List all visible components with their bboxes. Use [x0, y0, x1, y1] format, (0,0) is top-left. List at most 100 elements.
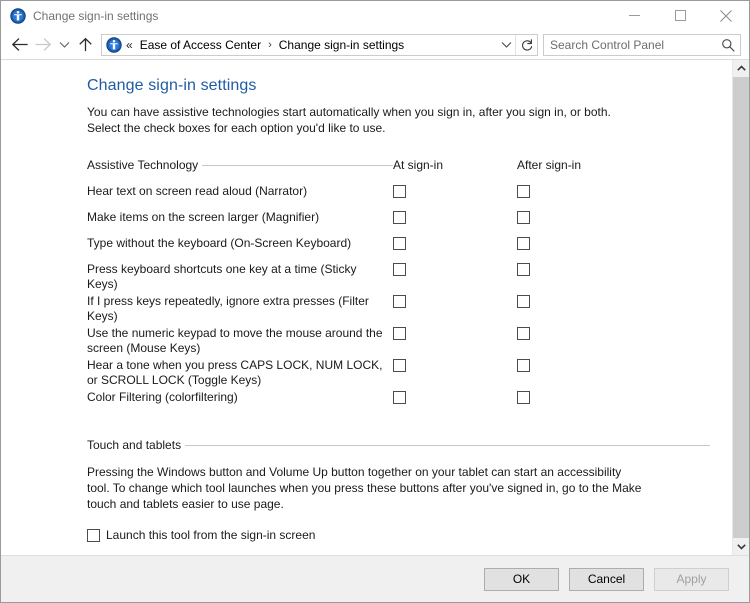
group-divider — [202, 165, 393, 166]
touch-and-tablets-group-header: Touch and tablets — [87, 438, 710, 452]
checkbox-magnifier-after-sign-in[interactable] — [517, 211, 530, 224]
checkbox-sticky-keys-at-sign-in[interactable] — [393, 263, 406, 276]
assistive-technology-table: Hear text on screen read aloud (Narrator… — [87, 184, 710, 414]
breadcrumb-item-change-sign-in-settings[interactable]: Change sign-in settings — [277, 37, 406, 53]
checkbox-toggle-keys-at-sign-in[interactable] — [393, 359, 406, 372]
checkbox-mouse-keys-after-sign-in[interactable] — [517, 327, 530, 340]
ease-of-access-icon — [106, 37, 122, 53]
group-divider — [185, 445, 710, 446]
checkbox-filter-keys-after-sign-in[interactable] — [517, 295, 530, 308]
checkbox-filter-keys-at-sign-in[interactable] — [393, 295, 406, 308]
search-button[interactable] — [716, 38, 740, 52]
checkbox-color-filtering-at-sign-in[interactable] — [393, 391, 406, 404]
forward-button[interactable] — [31, 33, 55, 57]
back-button[interactable] — [7, 33, 31, 57]
ease-of-access-icon — [10, 8, 26, 24]
row-label-on-screen-keyboard: Type without the keyboard (On-Screen Key… — [87, 235, 365, 250]
column-header-after-sign-in-label: After sign-in — [517, 158, 581, 172]
checkbox-mouse-keys-at-sign-in[interactable] — [393, 327, 406, 340]
refresh-icon — [520, 38, 534, 52]
chevron-down-icon — [59, 40, 70, 49]
scroll-down-arrow-icon — [737, 543, 746, 550]
touch-and-tablets-description: Pressing the Windows button and Volume U… — [87, 464, 643, 512]
checkbox-sticky-keys-after-sign-in[interactable] — [517, 263, 530, 276]
table-row: Make items on the screen larger (Magnifi… — [87, 210, 710, 234]
navigation-toolbar: « Ease of Access Center › Change sign-in… — [1, 30, 749, 59]
close-button[interactable] — [703, 1, 749, 30]
breadcrumb-item-ease-of-access-center[interactable]: Ease of Access Center — [138, 37, 263, 53]
table-row: Color Filtering (colorfiltering) — [87, 390, 710, 414]
close-icon — [720, 10, 732, 22]
title-bar: Change sign-in settings — [1, 1, 749, 30]
page-intro-text: You can have assistive technologies star… — [87, 104, 639, 136]
breadcrumb-overflow-button[interactable]: « — [125, 38, 138, 52]
table-row: If I press keys repeatedly, ignore extra… — [87, 294, 710, 324]
back-arrow-icon — [11, 37, 28, 52]
scroll-down-button[interactable] — [733, 538, 749, 555]
up-arrow-icon — [78, 37, 93, 52]
row-label-magnifier: Make items on the screen larger (Magnifi… — [87, 209, 333, 224]
row-label-color-filtering: Color Filtering (colorfiltering) — [87, 389, 252, 404]
address-dropdown-button[interactable] — [497, 35, 515, 55]
up-button[interactable] — [73, 33, 97, 57]
dialog-footer: OK Cancel Apply — [1, 555, 749, 602]
ok-button[interactable]: OK — [484, 568, 559, 591]
checkbox-narrator-after-sign-in[interactable] — [517, 185, 530, 198]
page-title: Change sign-in settings — [87, 77, 710, 95]
checkbox-on-screen-keyboard-after-sign-in[interactable] — [517, 237, 530, 250]
page-content: Change sign-in settings You can have ass… — [1, 60, 732, 555]
group-label-assistive-technology: Assistive Technology — [87, 158, 202, 172]
checkbox-magnifier-at-sign-in[interactable] — [393, 211, 406, 224]
search-box[interactable] — [543, 34, 741, 56]
table-row: Hear text on screen read aloud (Narrator… — [87, 184, 710, 208]
checkbox-launch-tool-from-sign-in-screen[interactable] — [87, 529, 100, 542]
address-bar[interactable]: « Ease of Access Center › Change sign-in… — [101, 34, 538, 56]
row-label-sticky-keys: Press keyboard shortcuts one key at a ti… — [87, 261, 356, 291]
table-row: Press keyboard shortcuts one key at a ti… — [87, 262, 710, 292]
recent-locations-button[interactable] — [55, 33, 73, 57]
maximize-button[interactable] — [657, 1, 703, 30]
checkbox-toggle-keys-after-sign-in[interactable] — [517, 359, 530, 372]
table-row: Type without the keyboard (On-Screen Key… — [87, 236, 710, 260]
column-header-after-sign-in: After sign-in — [517, 158, 641, 172]
spacer — [87, 542, 710, 555]
apply-button[interactable]: Apply — [654, 568, 729, 591]
scrollbar-track[interactable] — [733, 77, 749, 538]
maximize-icon — [675, 10, 686, 21]
launch-tool-checkbox-row[interactable]: Launch this tool from the sign-in screen — [87, 528, 710, 542]
checkbox-color-filtering-after-sign-in[interactable] — [517, 391, 530, 404]
forward-arrow-icon — [35, 37, 52, 52]
checkbox-on-screen-keyboard-at-sign-in[interactable] — [393, 237, 406, 250]
title-bar-left: Change sign-in settings — [1, 8, 158, 24]
row-label-filter-keys: If I press keys repeatedly, ignore extra… — [87, 293, 369, 323]
assistive-technology-header-row: Assistive Technology At sign-in After si… — [87, 158, 710, 184]
row-label-toggle-keys: Hear a tone when you press CAPS LOCK, NU… — [87, 357, 382, 387]
vertical-scrollbar[interactable] — [732, 60, 749, 555]
minimize-button[interactable] — [611, 1, 657, 30]
scrollbar-thumb[interactable] — [733, 77, 749, 538]
column-header-at-sign-in: At sign-in — [393, 158, 517, 172]
window-controls — [611, 1, 749, 30]
search-icon — [721, 38, 735, 52]
checkbox-narrator-at-sign-in[interactable] — [393, 185, 406, 198]
control-panel-window: Change sign-in settings — [0, 0, 750, 603]
cancel-button[interactable]: Cancel — [569, 568, 644, 591]
refresh-button[interactable] — [515, 35, 537, 55]
breadcrumb-separator-icon[interactable]: › — [263, 39, 277, 51]
table-row: Hear a tone when you press CAPS LOCK, NU… — [87, 358, 710, 388]
chevron-down-icon — [501, 40, 512, 49]
content-region: Change sign-in settings You can have ass… — [1, 59, 749, 555]
table-row: Use the numeric keypad to move the mouse… — [87, 326, 710, 356]
spacer — [87, 416, 710, 438]
group-label-touch-and-tablets: Touch and tablets — [87, 438, 185, 452]
minimize-icon — [629, 10, 640, 21]
row-label-narrator: Hear text on screen read aloud (Narrator… — [87, 183, 321, 198]
row-label-mouse-keys: Use the numeric keypad to move the mouse… — [87, 325, 383, 355]
checkbox-launch-tool-label: Launch this tool from the sign-in screen — [106, 528, 315, 542]
assistive-technology-group-header: Assistive Technology — [87, 158, 393, 184]
column-header-at-sign-in-label: At sign-in — [393, 158, 443, 172]
search-input[interactable] — [544, 37, 716, 53]
breadcrumb: « Ease of Access Center › Change sign-in… — [102, 37, 497, 53]
scroll-up-button[interactable] — [733, 60, 749, 77]
window-title: Change sign-in settings — [33, 9, 158, 23]
